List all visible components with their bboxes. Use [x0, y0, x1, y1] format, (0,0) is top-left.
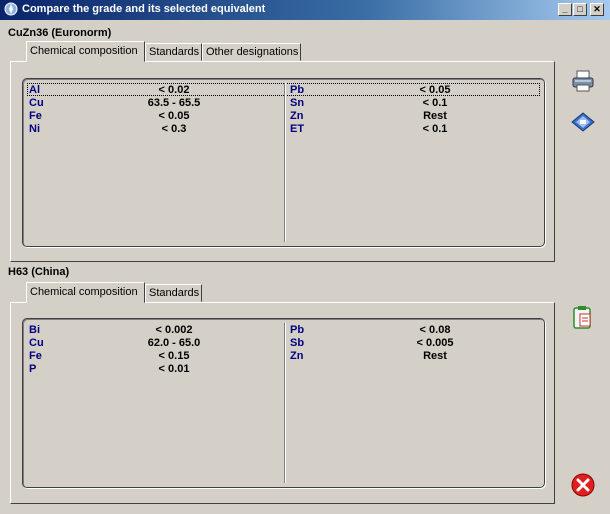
table-row[interactable]: Pb < 0.08 — [290, 324, 540, 337]
table-row[interactable]: Fe < 0.05 — [29, 110, 279, 123]
element-symbol: P — [29, 363, 37, 375]
table-row[interactable]: Sb < 0.005 — [290, 337, 540, 350]
element-symbol: Sb — [290, 337, 305, 349]
element-symbol: Al — [29, 84, 40, 96]
grade1-heading: CuZn36 (Euronorm) — [8, 27, 112, 39]
element-symbol: ET — [290, 123, 305, 135]
element-value: 62.0 - 65.0 — [147, 337, 201, 349]
element-symbol: Bi — [29, 324, 40, 336]
grade1-tab-other-designations[interactable]: Other designations — [202, 43, 301, 61]
element-value: < 0.15 — [158, 350, 190, 362]
window-title: Compare the grade and its selected equiv… — [22, 3, 266, 15]
export-button[interactable] — [570, 110, 596, 136]
table-row[interactable]: Al < 0.02 — [29, 84, 279, 97]
element-symbol: Cu — [29, 337, 44, 349]
element-symbol: Fe — [29, 350, 42, 362]
table-row[interactable]: ET < 0.1 — [290, 123, 540, 136]
printer-icon — [572, 70, 594, 92]
element-symbol: Sn — [290, 97, 305, 109]
maximize-button[interactable]: □ — [573, 3, 587, 16]
table-row[interactable]: P < 0.01 — [29, 363, 279, 376]
element-value: < 0.05 — [419, 84, 451, 96]
minimize-button[interactable]: _ — [558, 3, 572, 16]
element-value: < 0.005 — [416, 337, 454, 349]
grade2-tab-panel: Bi < 0.002 Cu 62.0 - 65.0 Fe < 0.15 P < … — [10, 302, 555, 504]
close-button[interactable]: ✕ — [590, 3, 604, 16]
element-value: < 0.3 — [161, 123, 187, 135]
element-value: 63.5 - 65.5 — [147, 97, 201, 109]
element-symbol: Ni — [29, 123, 40, 135]
grade1-composition-box: Al < 0.02 Cu 63.5 - 65.5 Fe < 0.05 Ni < … — [22, 78, 545, 247]
grade2-composition-box: Bi < 0.002 Cu 62.0 - 65.0 Fe < 0.15 P < … — [22, 318, 545, 488]
close-circle-icon — [571, 473, 595, 497]
grade1-tab-standards[interactable]: Standards — [145, 43, 202, 61]
element-value: < 0.1 — [422, 123, 448, 135]
element-symbol: Zn — [290, 110, 304, 122]
element-value: < 0.05 — [158, 110, 190, 122]
grade2-tab-standards[interactable]: Standards — [145, 284, 202, 302]
title-bar: Compare the grade and its selected equiv… — [0, 0, 610, 20]
diskette-icon — [571, 112, 595, 132]
element-value: Rest — [423, 350, 447, 362]
clipboard-icon — [573, 306, 591, 329]
table-row[interactable]: Zn Rest — [290, 350, 540, 363]
table-row[interactable]: Cu 62.0 - 65.0 — [29, 337, 279, 350]
grade2-heading: H63 (China) — [8, 266, 70, 278]
table-row[interactable]: Cu 63.5 - 65.5 — [29, 97, 279, 110]
element-symbol: Pb — [290, 324, 305, 336]
table-row[interactable]: Zn Rest — [290, 110, 540, 123]
copy-button[interactable] — [570, 304, 596, 330]
grade1-column-divider — [284, 83, 286, 242]
element-value: < 0.08 — [419, 324, 451, 336]
table-row[interactable]: Bi < 0.002 — [29, 324, 279, 337]
element-symbol: Zn — [290, 350, 304, 362]
element-symbol: Cu — [29, 97, 44, 109]
element-value: < 0.01 — [158, 363, 190, 375]
element-value: < 0.1 — [422, 97, 448, 109]
table-row[interactable]: Fe < 0.15 — [29, 350, 279, 363]
grade2-tab-chemical-composition[interactable]: Chemical composition — [26, 282, 145, 303]
element-symbol: Fe — [29, 110, 42, 122]
grade1-tab-panel: Al < 0.02 Cu 63.5 - 65.5 Fe < 0.05 Ni < … — [10, 61, 555, 262]
element-value: Rest — [423, 110, 447, 122]
close-dialog-button[interactable] — [570, 472, 596, 498]
table-row[interactable]: Pb < 0.05 — [290, 84, 540, 97]
element-symbol: Pb — [290, 84, 305, 96]
table-row[interactable]: Sn < 0.1 — [290, 97, 540, 110]
table-row[interactable]: Ni < 0.3 — [29, 123, 279, 136]
element-value: < 0.02 — [158, 84, 190, 96]
grade1-tab-chemical-composition[interactable]: Chemical composition — [26, 41, 145, 62]
print-button[interactable] — [570, 68, 596, 94]
app-icon — [4, 2, 18, 16]
grade2-column-divider — [284, 323, 286, 483]
element-value: < 0.002 — [155, 324, 193, 336]
